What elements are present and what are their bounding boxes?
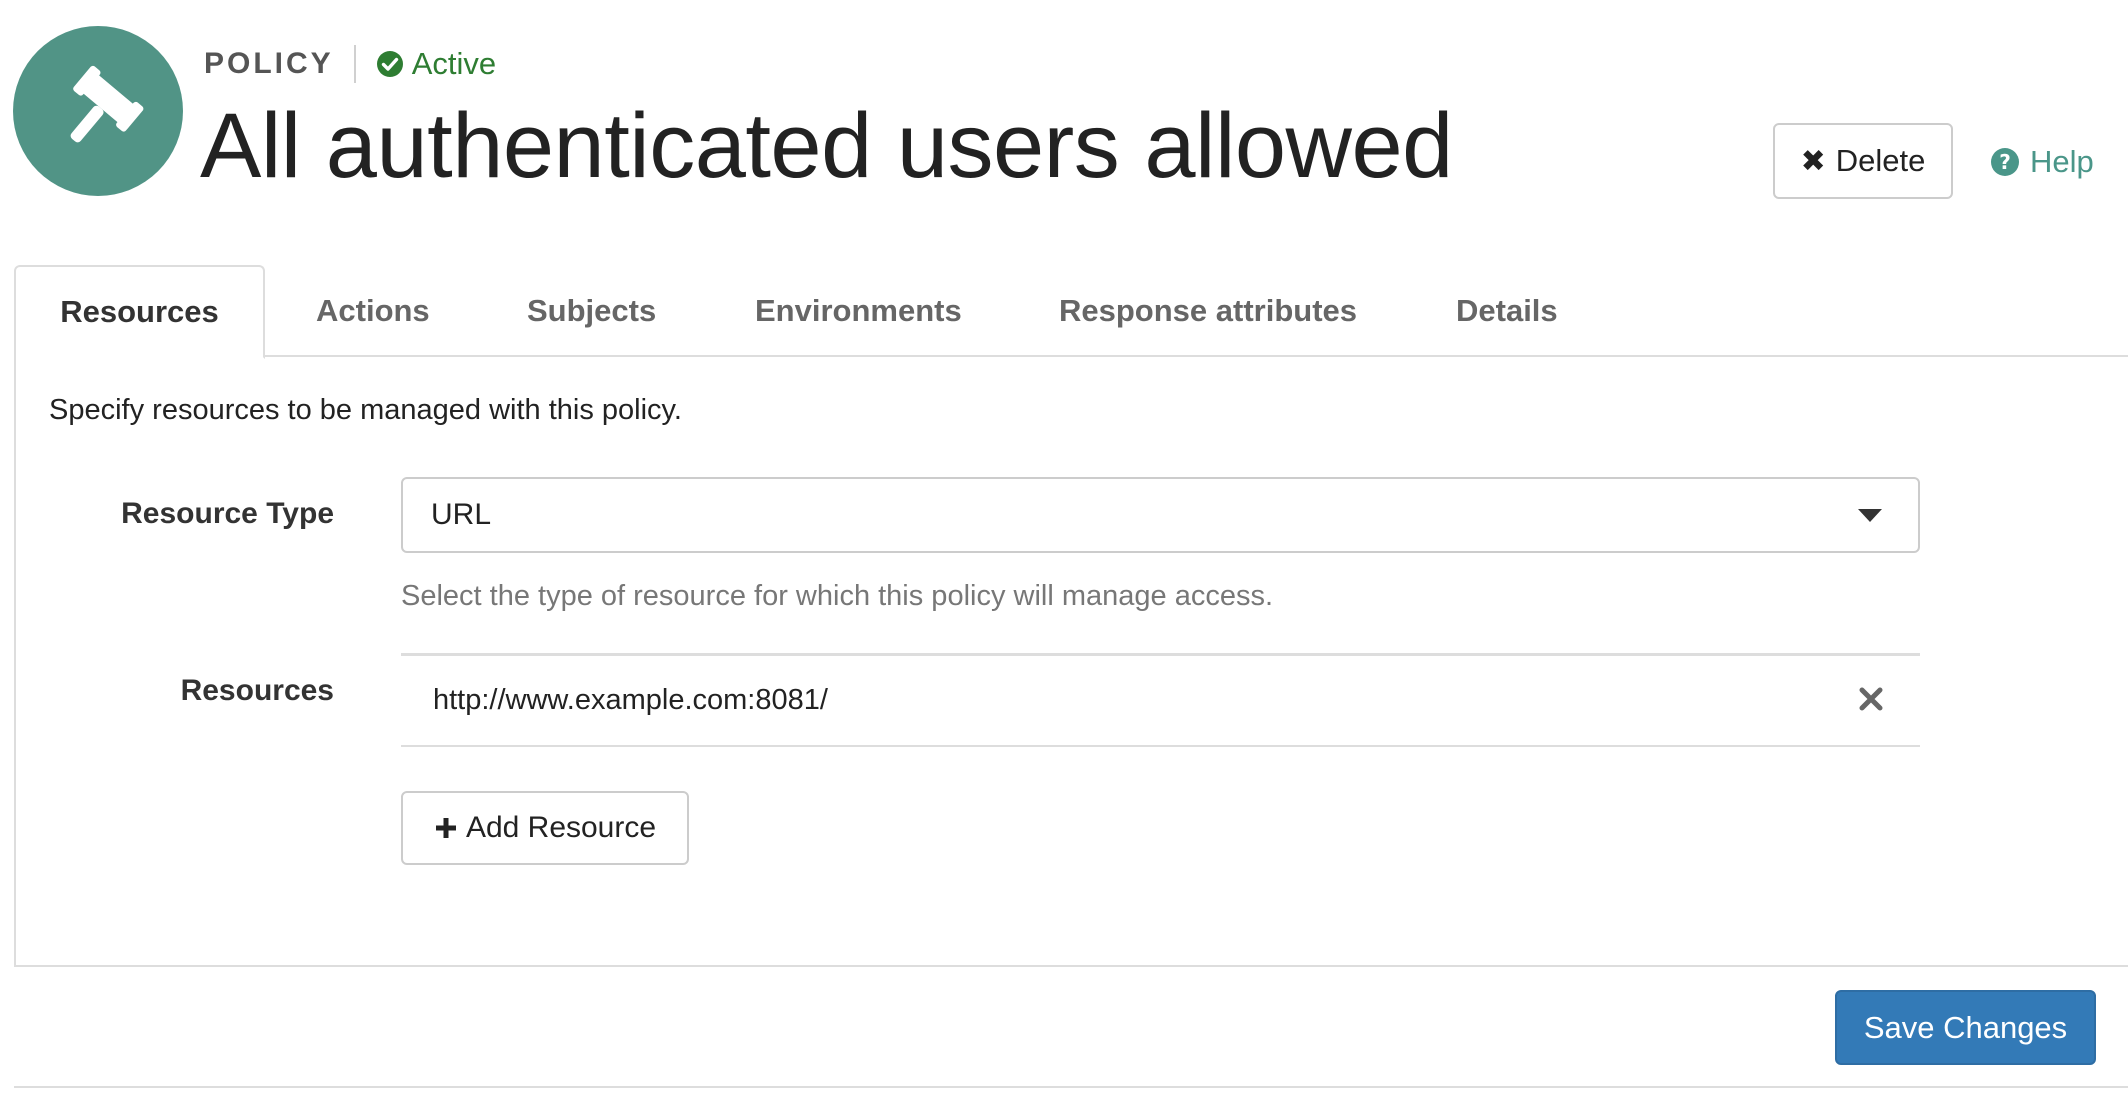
close-icon: ✖ bbox=[1800, 144, 1826, 178]
tab-details[interactable]: Details bbox=[1456, 265, 1558, 357]
entity-type-label: POLICY bbox=[204, 47, 334, 80]
resource-type-help: Select the type of resource for which th… bbox=[401, 580, 1274, 612]
policy-avatar bbox=[13, 26, 183, 196]
plus-icon bbox=[435, 818, 456, 838]
chevron-down-icon bbox=[1858, 509, 1882, 522]
add-resource-label: Add Resource bbox=[465, 811, 657, 844]
help-link[interactable]: ? Help bbox=[1990, 140, 2094, 184]
delete-button-label: Delete bbox=[1835, 143, 1926, 178]
tab-actions[interactable]: Actions bbox=[316, 265, 430, 357]
tab-bar: Resources Actions Subjects Environments … bbox=[14, 265, 2128, 359]
check-circle-icon bbox=[376, 51, 403, 77]
delete-button[interactable]: ✖ Delete bbox=[1773, 123, 1953, 199]
gavel-icon bbox=[70, 65, 144, 143]
tab-response-attributes[interactable]: Response attributes bbox=[1059, 265, 1357, 357]
tab-resources[interactable]: Resources bbox=[14, 265, 265, 359]
question-circle-icon: ? bbox=[1991, 148, 2019, 176]
status-label: Active bbox=[411, 46, 497, 81]
remove-icon[interactable] bbox=[1856, 684, 1886, 714]
resource-item: http://www.example.com:8081/ bbox=[401, 653, 1920, 747]
header-eyebrow: POLICY Active bbox=[204, 44, 496, 84]
resource-url: http://www.example.com:8081/ bbox=[433, 684, 828, 716]
panel-bottom-border bbox=[14, 1086, 2128, 1088]
tab-subjects[interactable]: Subjects bbox=[527, 265, 656, 357]
add-resource-button[interactable]: Add Resource bbox=[401, 791, 689, 865]
footer-divider bbox=[14, 965, 2128, 967]
resources-label: Resources bbox=[180, 674, 334, 707]
resource-type-value: URL bbox=[431, 498, 492, 531]
panel-description: Specify resources to be managed with thi… bbox=[49, 394, 682, 426]
page-title: All authenticated users allowed bbox=[200, 95, 1453, 197]
save-changes-button[interactable]: Save Changes bbox=[1835, 990, 2096, 1065]
status-badge: Active bbox=[376, 46, 496, 82]
eyebrow-divider bbox=[353, 45, 356, 83]
resource-type-select[interactable]: URL bbox=[401, 477, 1920, 553]
tab-environments[interactable]: Environments bbox=[755, 265, 962, 357]
svg-text:?: ? bbox=[1999, 150, 2011, 174]
help-label: Help bbox=[2030, 144, 2094, 179]
resource-type-label: Resource Type bbox=[121, 497, 334, 530]
